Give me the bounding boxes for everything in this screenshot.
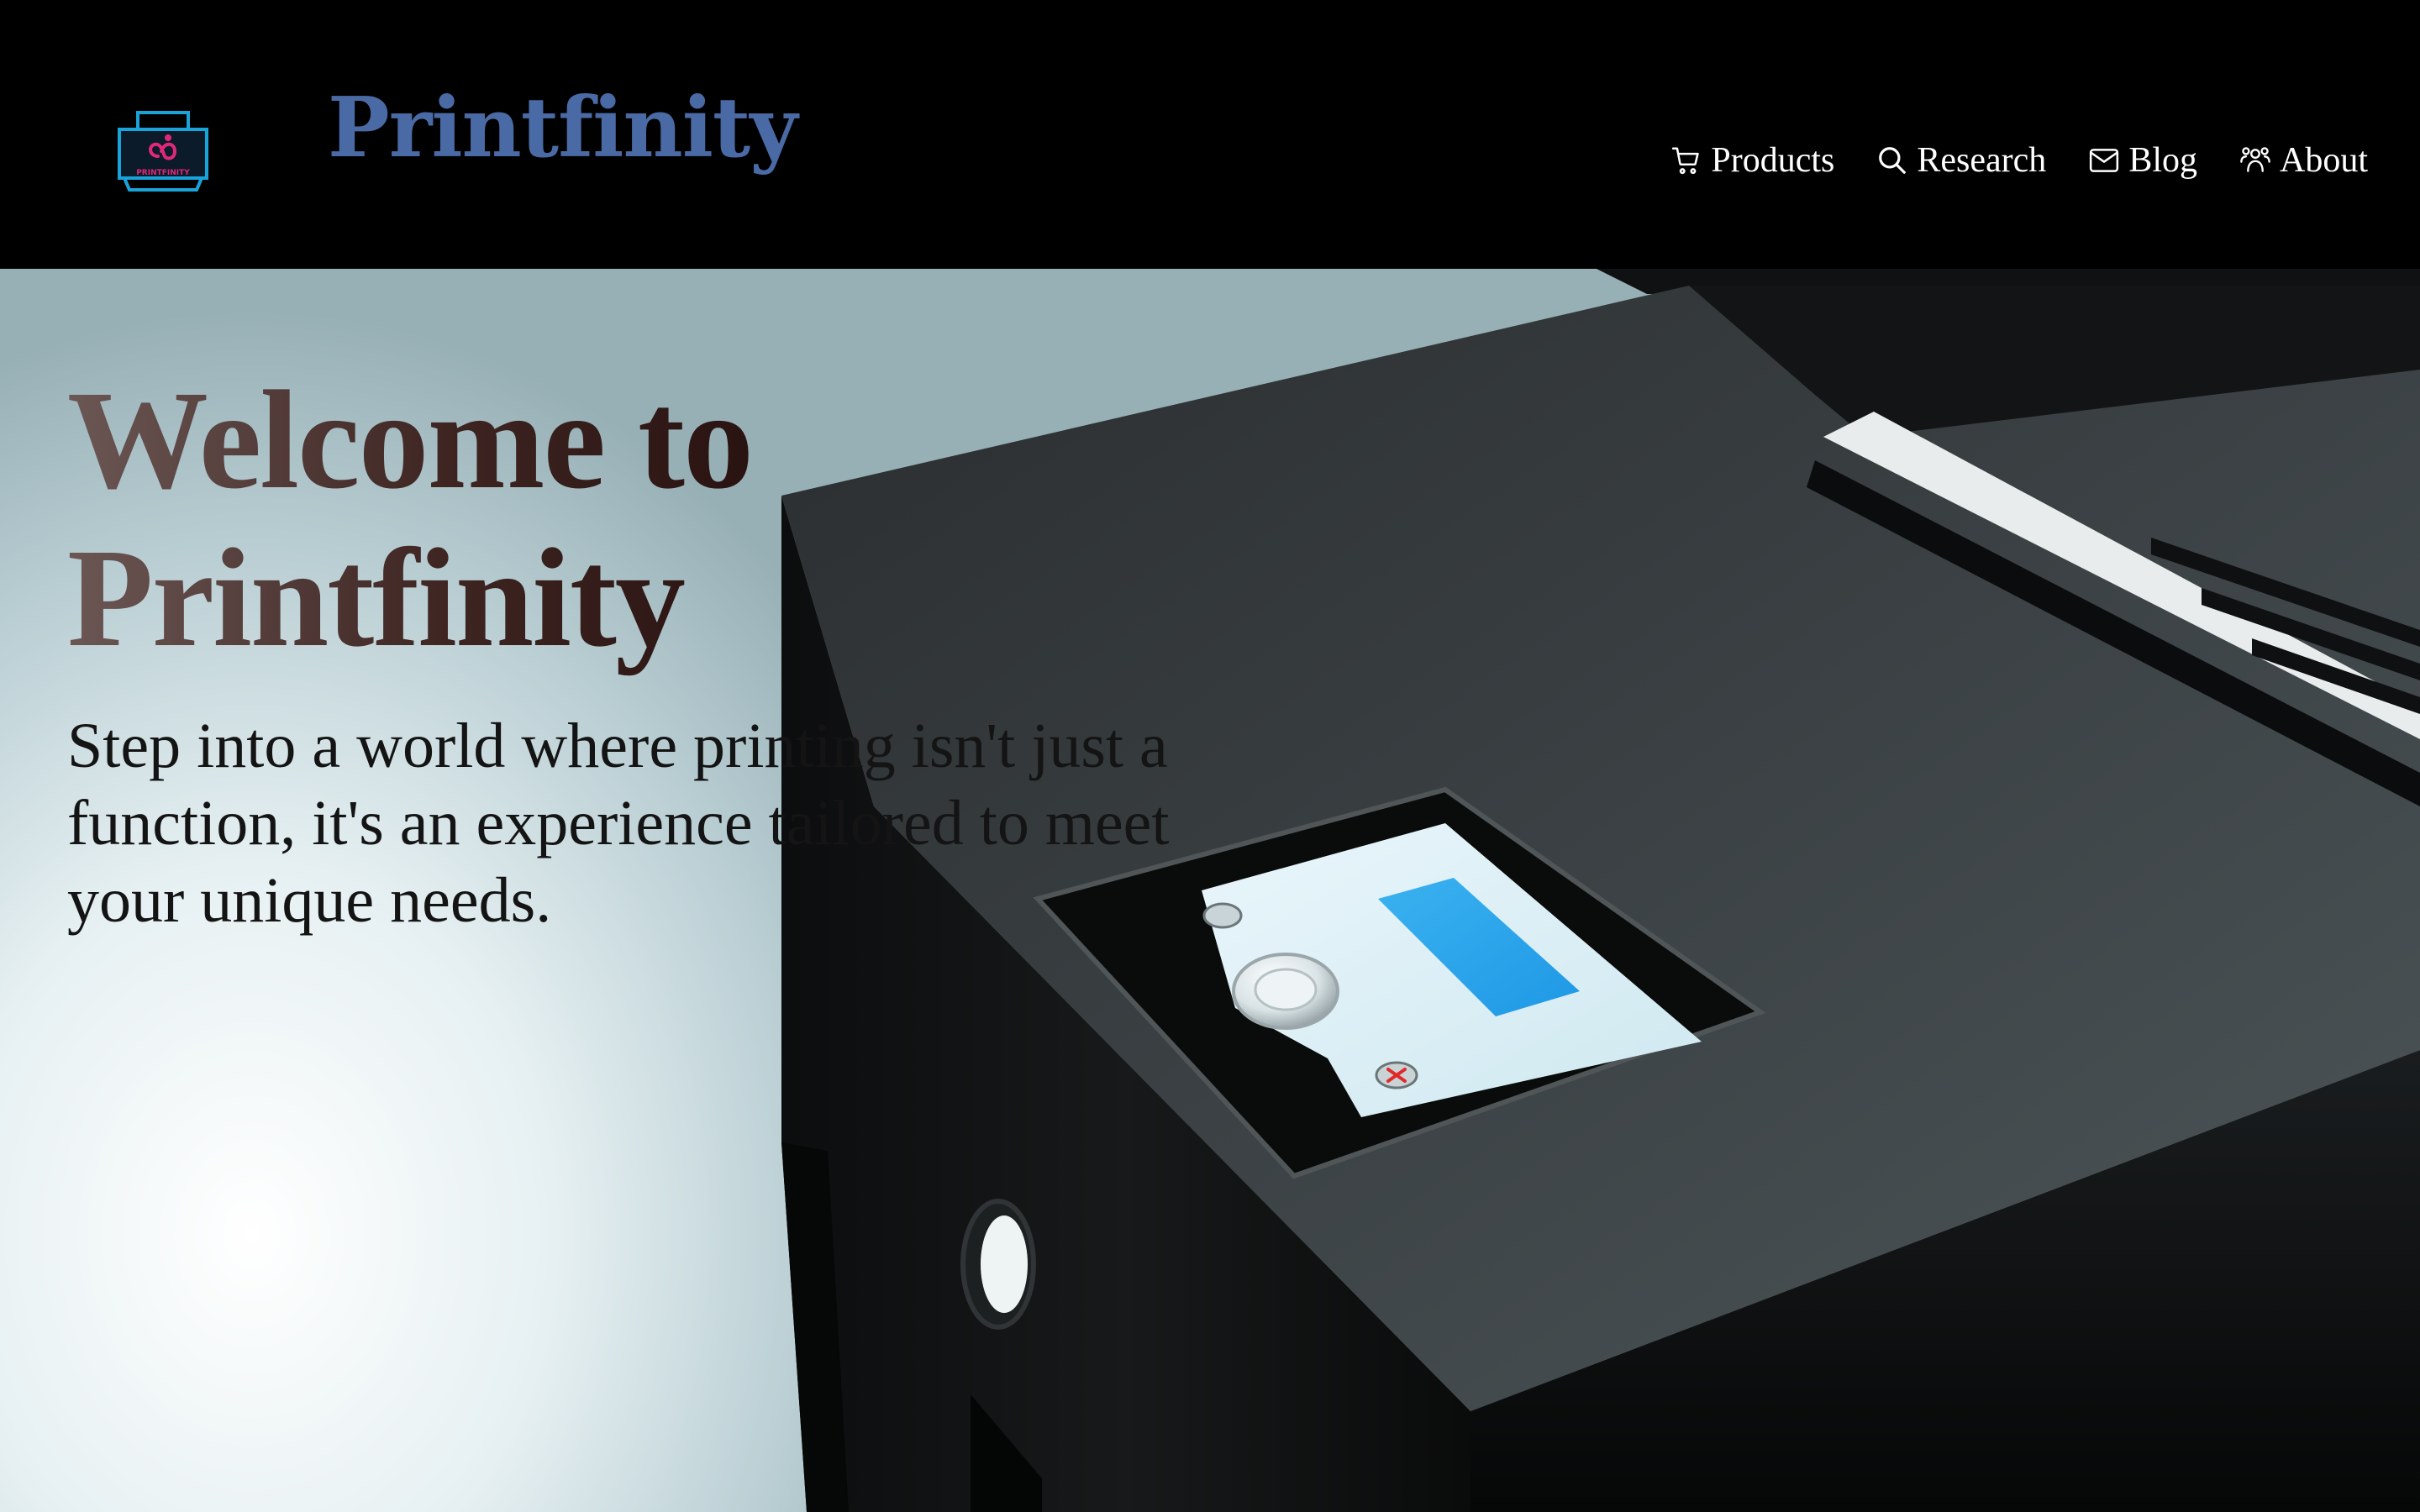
people-icon <box>2240 147 2270 172</box>
nav-research[interactable]: Research <box>1876 143 2046 178</box>
nav-blog[interactable]: Blog <box>2088 143 2197 178</box>
nav-blog-label: Blog <box>2128 141 2197 180</box>
nav-products-label: Products <box>1711 141 1835 180</box>
nav-about[interactable]: About <box>2239 143 2368 178</box>
main-nav: Products Research Blog About <box>1670 143 2368 178</box>
search-icon <box>1879 147 1907 174</box>
hero-title-line1: Welcome to <box>67 362 752 518</box>
cart-icon <box>1672 147 1700 175</box>
envelope-icon <box>2090 149 2119 172</box>
hero-title: Welcome to Printfinity <box>67 361 908 677</box>
nav-research-label: Research <box>1917 141 2047 180</box>
printer-logo-icon[interactable]: PRINTFINITY <box>116 111 210 192</box>
nav-products[interactable]: Products <box>1670 143 1834 178</box>
svg-text:PRINTFINITY: PRINTFINITY <box>136 169 190 177</box>
hero-title-line2: Printfinity <box>67 520 684 676</box>
hero-subtitle: Step into a world where printing isn't j… <box>67 711 1170 936</box>
brand-name[interactable]: Printfinity <box>328 87 797 170</box>
nav-about-label: About <box>2280 141 2368 180</box>
hero-section: Welcome to Printfinity Step into a world… <box>0 269 2420 1512</box>
site-header: PRINTFINITY Printfinity Products Researc… <box>0 0 2420 269</box>
